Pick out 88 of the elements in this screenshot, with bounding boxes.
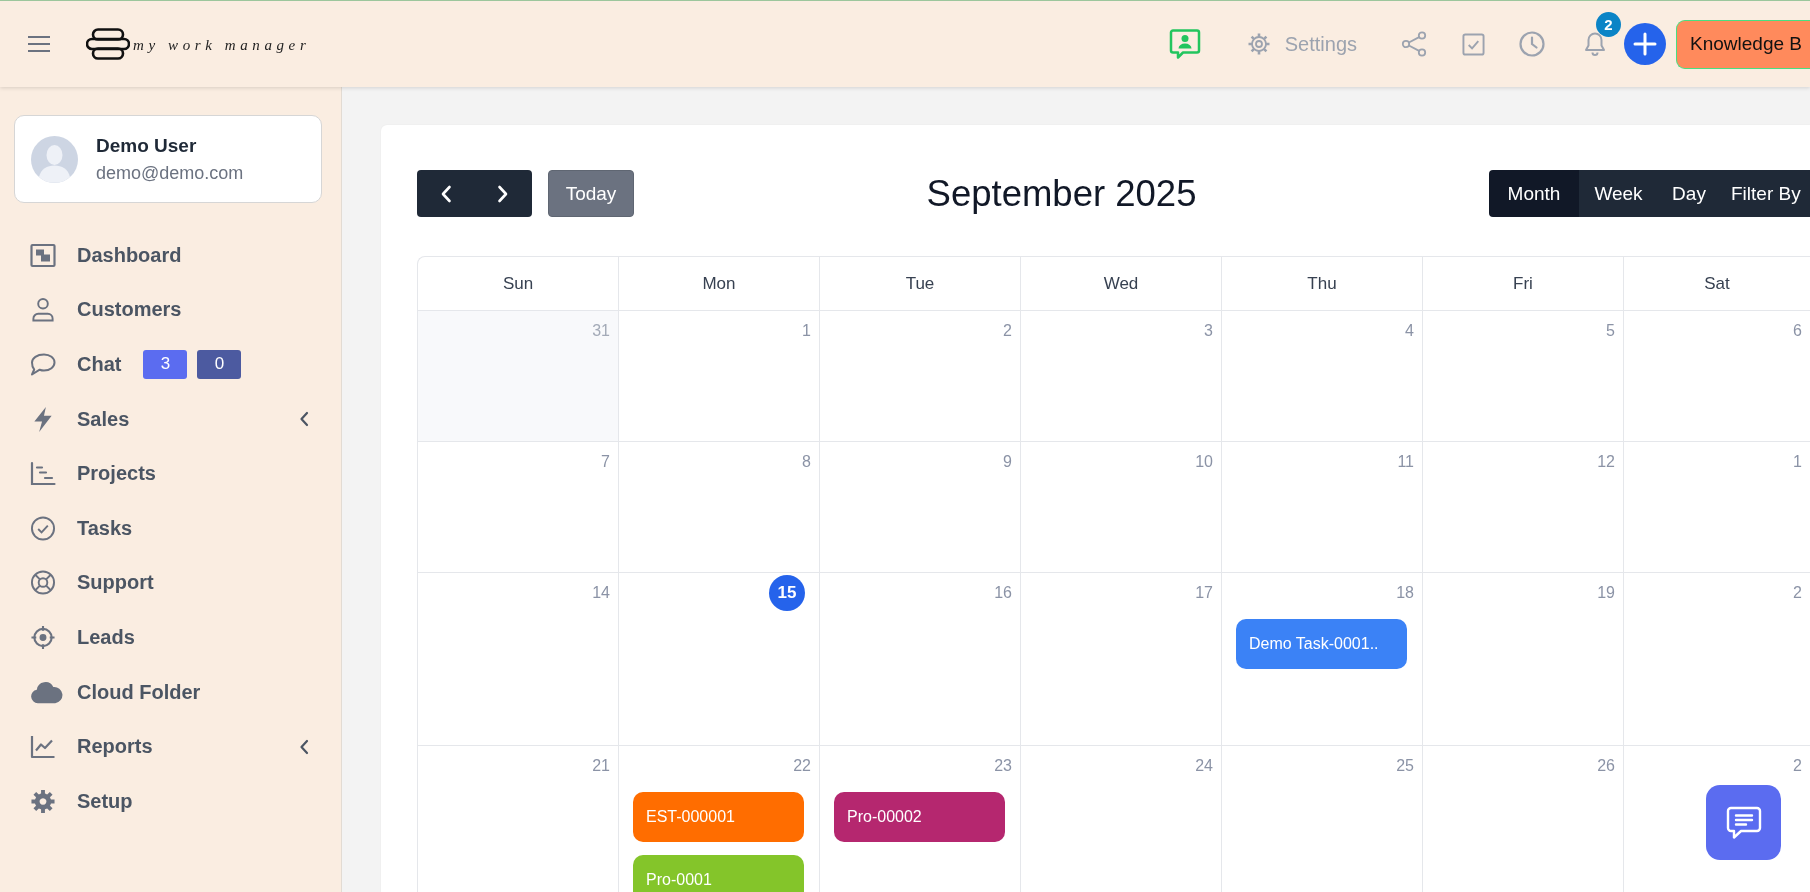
weekday-header: Sun bbox=[418, 257, 619, 310]
day-number: 11 bbox=[1397, 453, 1414, 471]
logo-text: my work manager bbox=[133, 36, 311, 54]
view-tab[interactable]: Filter By bbox=[1720, 170, 1810, 217]
day-number: 22 bbox=[793, 757, 811, 775]
day-number: 1 bbox=[1793, 453, 1802, 471]
view-tab[interactable]: Month bbox=[1489, 170, 1579, 217]
weekday-header: Sat bbox=[1703, 272, 1731, 295]
day-number: 2 bbox=[1793, 757, 1802, 775]
day-number: 23 bbox=[994, 757, 1012, 775]
chevron-left-icon[interactable] bbox=[299, 411, 309, 428]
count-badge: 3 bbox=[143, 350, 188, 379]
user-name: Demo User bbox=[96, 134, 198, 157]
checkbox-icon[interactable] bbox=[1462, 32, 1485, 56]
chevron-right-icon bbox=[497, 184, 510, 203]
sidebar-item[interactable]: Setup bbox=[30, 788, 133, 814]
day-number: 19 bbox=[1597, 584, 1615, 602]
share-icon[interactable] bbox=[1401, 31, 1427, 57]
view-tab[interactable]: Day bbox=[1658, 170, 1720, 217]
event-chip[interactable]: Demo Task-0001.. bbox=[1236, 619, 1407, 669]
chat-bubble-icon bbox=[1725, 805, 1762, 840]
day-number: 6 bbox=[1793, 322, 1802, 340]
avatar-icon bbox=[31, 135, 78, 183]
chevron-left-icon[interactable] bbox=[299, 738, 309, 755]
bell-icon[interactable] bbox=[1583, 31, 1607, 57]
previous-button[interactable] bbox=[417, 170, 475, 217]
weekday-header: Thu bbox=[1222, 257, 1423, 310]
gantt-chart-icon bbox=[30, 461, 56, 487]
view-tab[interactable]: Week bbox=[1579, 170, 1658, 217]
check-circle-icon bbox=[30, 515, 56, 541]
day-number: 8 bbox=[802, 453, 811, 471]
sidebar-item[interactable]: Leads bbox=[30, 624, 135, 650]
user-email: demo@demo.com bbox=[96, 162, 244, 184]
person-icon bbox=[30, 297, 56, 323]
day-number: 24 bbox=[1195, 757, 1213, 775]
day-number: 14 bbox=[592, 584, 610, 602]
knowledge-button[interactable]: Knowledge B bbox=[1676, 19, 1810, 69]
day-number: 4 bbox=[1405, 322, 1414, 340]
sidebar-item[interactable]: Chat bbox=[30, 352, 122, 377]
settings-icon bbox=[30, 788, 56, 814]
sidebar-item[interactable]: Tasks bbox=[30, 515, 133, 541]
sidebar-item[interactable]: Dashboard bbox=[30, 242, 182, 268]
calendar-title: September 2025 bbox=[926, 172, 1197, 215]
day-number: 26 bbox=[1597, 757, 1615, 775]
crosshair-icon bbox=[30, 624, 56, 650]
day-number: 2 bbox=[1003, 322, 1012, 340]
day-number: 18 bbox=[1396, 584, 1414, 602]
dashboard-icon bbox=[30, 242, 56, 268]
speech-bubble-icon bbox=[30, 352, 56, 377]
today-marker: 15 bbox=[769, 575, 805, 611]
next-button[interactable] bbox=[474, 170, 532, 217]
lifebuoy-icon bbox=[30, 570, 56, 596]
notification-badge: 2 bbox=[1596, 12, 1621, 37]
count-badge: 0 bbox=[197, 350, 242, 379]
day-number: 25 bbox=[1396, 757, 1414, 775]
day-number: 10 bbox=[1195, 453, 1213, 471]
day-number: 31 bbox=[592, 322, 610, 340]
day-number: 7 bbox=[601, 453, 610, 471]
weekday-header: Tue bbox=[820, 257, 1021, 310]
weekday-header: Fri bbox=[1423, 257, 1624, 310]
sidebar-item[interactable]: Support bbox=[30, 570, 154, 596]
weekday-header: Mon bbox=[619, 257, 820, 310]
logo-icon bbox=[86, 27, 130, 61]
sidebar-item[interactable]: Reports bbox=[30, 734, 153, 760]
day-number: 2 bbox=[1793, 584, 1802, 602]
chevron-left-icon bbox=[439, 184, 452, 203]
add-icon[interactable] bbox=[1624, 23, 1666, 65]
clock-icon[interactable] bbox=[1519, 31, 1545, 57]
line-chart-icon bbox=[30, 734, 56, 760]
weekday-header: Wed bbox=[1021, 257, 1222, 310]
day-number: 9 bbox=[1003, 453, 1012, 471]
settings-icon bbox=[1246, 32, 1271, 56]
sidebar-item[interactable]: Sales bbox=[30, 406, 130, 432]
day-number: 16 bbox=[994, 584, 1012, 602]
cloud-icon bbox=[30, 680, 63, 705]
event-chip[interactable]: Pro-00002 bbox=[834, 792, 1005, 842]
day-number: 21 bbox=[592, 757, 610, 775]
sidebar-item[interactable]: Cloud Folder bbox=[30, 680, 201, 705]
day-number: 17 bbox=[1195, 584, 1213, 602]
day-number: 3 bbox=[1204, 322, 1213, 340]
sidebar-item[interactable]: Customers bbox=[30, 297, 182, 323]
day-number: 5 bbox=[1606, 322, 1615, 340]
chat-button[interactable] bbox=[1706, 785, 1781, 860]
sidebar-item[interactable]: Projects bbox=[30, 461, 156, 487]
day-number: 1 bbox=[802, 322, 811, 340]
today-button[interactable]: Today bbox=[548, 170, 634, 217]
day-number: 12 bbox=[1597, 453, 1615, 471]
menu-icon[interactable] bbox=[28, 36, 50, 52]
